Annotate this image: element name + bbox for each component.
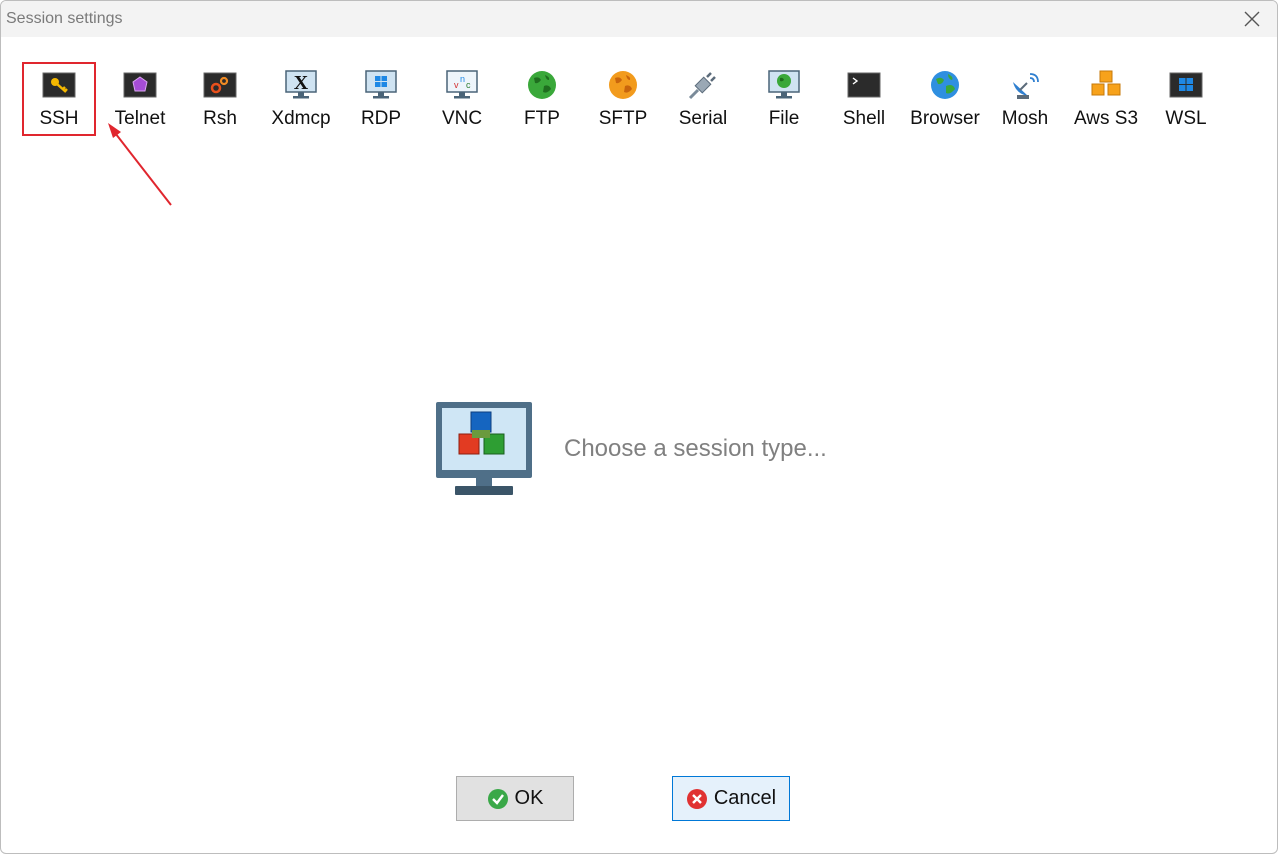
close-button[interactable] bbox=[1227, 1, 1277, 37]
green-globe-icon bbox=[528, 71, 556, 99]
serial-plug-icon bbox=[688, 72, 716, 100]
svg-text:X: X bbox=[294, 72, 309, 94]
check-circle-icon bbox=[487, 788, 508, 809]
session-type-mosh[interactable]: Mosh bbox=[985, 61, 1065, 137]
satellite-dish-icon bbox=[1013, 73, 1039, 99]
session-type-shell[interactable]: Shell bbox=[824, 61, 904, 137]
window-title: Session settings bbox=[6, 10, 123, 27]
session-type-rsh[interactable]: Rsh bbox=[180, 61, 260, 137]
session-type-xdmcp[interactable]: X Xdmcp bbox=[261, 61, 341, 137]
x-monitor-icon: X bbox=[285, 70, 317, 99]
svg-text:v: v bbox=[454, 80, 459, 90]
globe-monitor-icon bbox=[768, 70, 800, 99]
cancel-button-label: Cancel bbox=[713, 787, 777, 809]
session-type-ssh[interactable]: SSH bbox=[19, 61, 99, 137]
session-type-vnc[interactable]: v n c VNC bbox=[422, 61, 502, 137]
session-settings-dialog: Session settings SSH Telnet Rsh X Xdmcp … bbox=[0, 0, 1278, 854]
windows-monitor-icon bbox=[365, 70, 397, 99]
gears-terminal-icon bbox=[203, 72, 237, 98]
session-type-ftp[interactable]: FTP bbox=[502, 61, 582, 137]
session-type-illustration-icon bbox=[436, 402, 532, 495]
key-terminal-icon bbox=[42, 72, 76, 98]
session-type-toolbar: SSH Telnet Rsh X Xdmcp RDP v n c VNC FTP… bbox=[19, 61, 1239, 141]
ok-button[interactable]: OK bbox=[456, 776, 574, 821]
session-type-file[interactable]: File bbox=[744, 61, 824, 137]
session-type-wsl[interactable]: WSL bbox=[1146, 61, 1226, 137]
session-type-telnet[interactable]: Telnet bbox=[100, 61, 180, 137]
svg-text:c: c bbox=[466, 80, 471, 90]
orange-globe-icon bbox=[609, 71, 637, 99]
purple-gem-terminal-icon bbox=[123, 72, 157, 98]
aws-cubes-icon bbox=[1091, 70, 1121, 96]
vnc-monitor-icon: v n c bbox=[446, 70, 478, 99]
svg-text:n: n bbox=[460, 74, 465, 84]
wsl-windows-icon bbox=[1169, 72, 1203, 98]
session-hint-text: Choose a session type... bbox=[564, 435, 827, 462]
cancel-button[interactable]: Cancel bbox=[672, 776, 790, 821]
browser-globe-icon bbox=[931, 71, 959, 99]
session-type-serial[interactable]: Serial bbox=[663, 61, 743, 137]
close-icon bbox=[1244, 11, 1260, 27]
session-type-label: WSL bbox=[1165, 108, 1207, 129]
session-type-browser[interactable]: Browser bbox=[905, 61, 985, 137]
cancel-circle-icon bbox=[686, 788, 707, 809]
title-bar: Session settings bbox=[1, 1, 1277, 37]
session-type-sftp[interactable]: SFTP bbox=[583, 61, 663, 137]
shell-terminal-icon bbox=[847, 72, 881, 98]
session-type-rdp[interactable]: RDP bbox=[341, 61, 421, 137]
ok-button-label: OK bbox=[514, 787, 544, 809]
session-type-aws-s3[interactable]: Aws S3 bbox=[1066, 61, 1146, 137]
